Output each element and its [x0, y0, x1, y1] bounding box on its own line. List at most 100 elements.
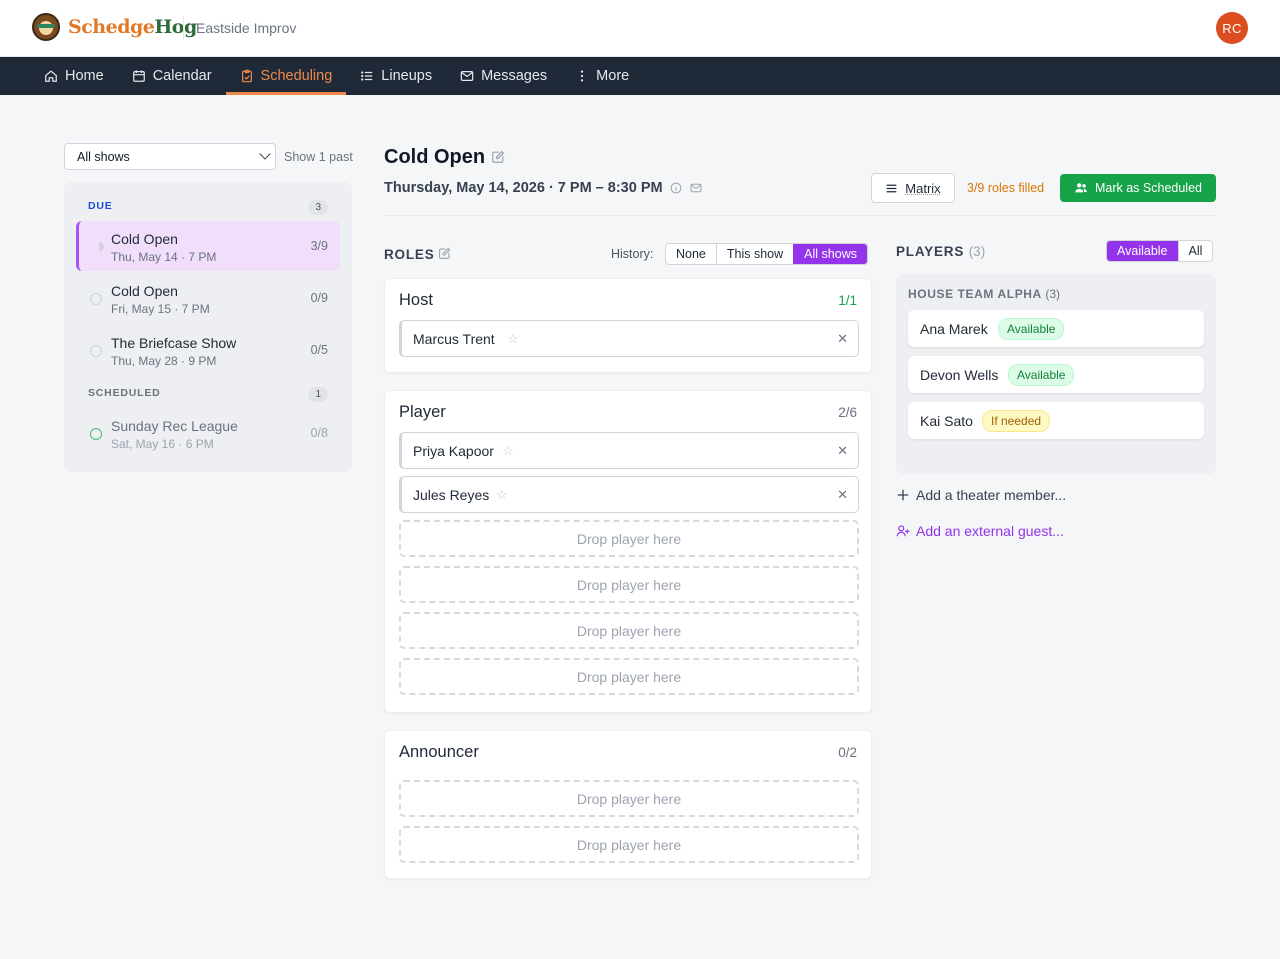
nav-scheduling-label: Scheduling: [260, 68, 333, 84]
mark-as-scheduled-button[interactable]: Mark as Scheduled: [1060, 174, 1216, 202]
nav-more[interactable]: More: [561, 57, 643, 95]
show-list-panel: DUE 3 Cold Open Thu, May 14 · 7 PM 3/9 C…: [64, 182, 352, 472]
top-header: SchedgeHog Eastside Improv RC: [0, 0, 1280, 57]
show-filter-select[interactable]: All shows: [64, 143, 276, 170]
chevron-down-icon: [259, 148, 271, 160]
player-name: Devon Wells: [920, 367, 999, 383]
nav-calendar-label: Calendar: [152, 68, 212, 84]
nav-calendar[interactable]: Calendar: [118, 57, 226, 95]
assigned-player-slot[interactable]: Marcus Trent ☆ ✕: [399, 320, 859, 357]
availability-badge: Available: [998, 318, 1065, 340]
history-this-show-option[interactable]: This show: [715, 244, 793, 264]
role-count: 1/1: [838, 293, 857, 308]
player-name: Ana Marek: [920, 321, 988, 337]
clipboard-icon: [241, 69, 252, 83]
info-icon[interactable]: [670, 182, 682, 194]
scheduled-group-label: SCHEDULED: [88, 387, 161, 399]
page-title: Cold Open: [384, 146, 486, 168]
home-icon: [45, 70, 57, 82]
nav-messages-label: Messages: [481, 68, 548, 84]
partial-status-icon: [94, 242, 104, 252]
due-group-count: 3: [308, 200, 328, 215]
show-list-item[interactable]: The Briefcase Show Thu, May 28 · 9 PM 0/…: [76, 325, 340, 375]
roles-filled-status: 3/9 roles filled: [967, 181, 1045, 195]
remove-player-icon[interactable]: ✕: [837, 487, 848, 503]
matrix-button[interactable]: Matrix: [871, 173, 955, 203]
list-icon: [361, 71, 373, 81]
menu-icon: [886, 184, 897, 192]
history-all-shows-option[interactable]: All shows: [793, 244, 867, 264]
nav-home[interactable]: Home: [30, 57, 118, 95]
user-plus-icon: [896, 525, 910, 537]
empty-player-slot[interactable]: Drop player here: [399, 658, 859, 695]
nav-more-label: More: [596, 68, 630, 84]
add-member-label: Add a theater member...: [916, 487, 1067, 503]
role-card-player: Player 2/6 Priya Kapoor ☆ ✕ Jules Reyes …: [384, 390, 872, 713]
role-name: Announcer: [399, 743, 479, 761]
users-icon: [1075, 183, 1087, 193]
team-count: (3): [1045, 287, 1060, 301]
empty-status-icon: [90, 293, 102, 305]
show-date-time: Thursday, May 14, 2026 · 7 PM – 8:30 PM: [384, 180, 663, 196]
show-past-link[interactable]: Show 1 past: [284, 150, 353, 164]
players-heading-count: (3): [968, 244, 986, 259]
show-item-title: Sunday Rec League: [111, 418, 238, 434]
edit-title-icon[interactable]: [491, 150, 505, 164]
scheduled-status-icon: [90, 428, 102, 440]
nav-home-label: Home: [65, 68, 104, 84]
remove-player-icon[interactable]: ✕: [837, 443, 848, 459]
add-theater-member-link[interactable]: Add a theater member...: [896, 487, 1066, 503]
app-logo[interactable]: SchedgeHog: [32, 13, 197, 41]
player-name: Kai Sato: [920, 413, 973, 429]
role-name: Player: [399, 403, 446, 421]
show-item-count: 3/9: [310, 239, 328, 253]
empty-player-slot[interactable]: Drop player here: [399, 566, 859, 603]
due-group-label: DUE: [88, 200, 113, 212]
empty-player-slot[interactable]: Drop player here: [399, 612, 859, 649]
main-nav: Home Calendar Scheduling Lineups Message…: [0, 57, 1280, 95]
nav-lineups[interactable]: Lineups: [346, 57, 446, 95]
players-heading-label: PLAYERS: [896, 244, 965, 259]
mail-icon[interactable]: [690, 182, 702, 194]
history-label: History:: [611, 247, 654, 261]
show-item-count: 0/8: [310, 426, 328, 440]
star-icon[interactable]: ☆: [502, 443, 514, 459]
show-list-item[interactable]: Cold Open Fri, May 15 · 7 PM 0/9: [76, 273, 340, 323]
star-icon[interactable]: ☆: [507, 331, 519, 347]
matrix-label: Matrix: [905, 180, 941, 196]
empty-player-slot[interactable]: Drop player here: [399, 780, 859, 817]
nav-messages[interactable]: Messages: [446, 57, 561, 95]
role-name: Host: [399, 291, 433, 309]
calendar-icon: [132, 70, 145, 82]
player-card[interactable]: Devon Wells Available: [908, 356, 1204, 393]
nav-scheduling[interactable]: Scheduling: [225, 57, 347, 95]
plus-icon: [897, 489, 909, 501]
user-avatar[interactable]: RC: [1216, 12, 1248, 44]
role-count: 2/6: [838, 405, 857, 420]
nav-lineups-label: Lineups: [381, 68, 433, 84]
show-item-title: Cold Open: [111, 283, 178, 299]
player-card[interactable]: Ana Marek Available: [908, 310, 1204, 347]
show-item-title: Cold Open: [111, 231, 178, 247]
availability-toggle: Available All: [1106, 240, 1214, 262]
empty-status-icon: [90, 345, 102, 357]
empty-player-slot[interactable]: Drop player here: [399, 520, 859, 557]
empty-player-slot[interactable]: Drop player here: [399, 826, 859, 863]
assigned-player-slot[interactable]: Jules Reyes ☆ ✕: [399, 476, 859, 513]
show-list-item[interactable]: Cold Open Thu, May 14 · 7 PM 3/9: [76, 221, 340, 271]
show-list-item[interactable]: Sunday Rec League Sat, May 16 · 6 PM 0/8: [76, 408, 340, 458]
player-card[interactable]: Kai Sato If needed: [908, 402, 1204, 439]
add-external-guest-link[interactable]: Add an external guest...: [896, 523, 1064, 539]
mail-icon: [460, 71, 474, 81]
show-item-date: Thu, May 14 · 7 PM: [111, 250, 217, 264]
edit-roles-icon[interactable]: [438, 247, 451, 260]
star-icon[interactable]: ☆: [496, 487, 508, 503]
remove-player-icon[interactable]: ✕: [837, 331, 848, 347]
scheduled-group-count: 1: [308, 387, 328, 402]
show-filter-value: All shows: [77, 149, 130, 164]
all-filter-option[interactable]: All: [1177, 241, 1213, 261]
history-none-option[interactable]: None: [666, 244, 716, 264]
assigned-player-name: Jules Reyes: [413, 487, 490, 503]
available-filter-option[interactable]: Available: [1107, 241, 1178, 261]
assigned-player-slot[interactable]: Priya Kapoor ☆ ✕: [399, 432, 859, 469]
